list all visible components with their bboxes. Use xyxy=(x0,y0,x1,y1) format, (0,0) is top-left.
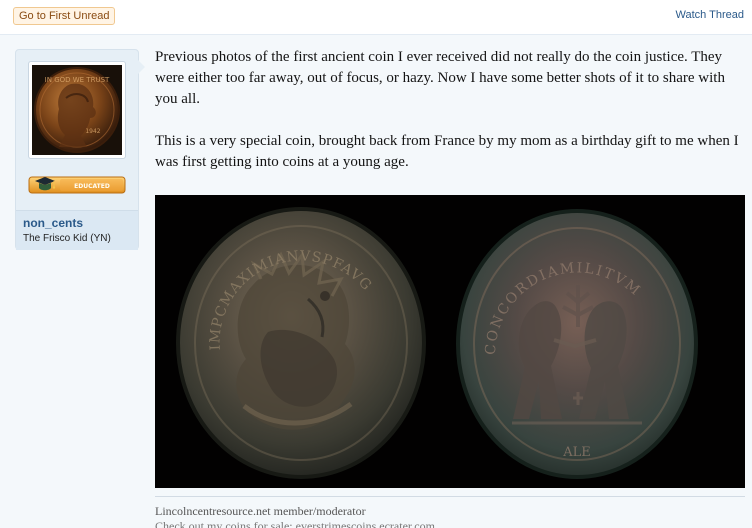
graduation-cap-icon: EDUCATED xyxy=(28,176,126,194)
signature-line-1: Lincolncentresource.net member/moderator xyxy=(155,504,366,518)
avatar-image: IN GOD WE TRUST 1942 xyxy=(32,65,122,155)
avatar-coin-legend: IN GOD WE TRUST xyxy=(45,76,110,84)
coin-obverse: IMPCMAXIMIANVSPFAVG xyxy=(176,207,426,479)
username-link[interactable]: non_cents xyxy=(23,216,83,230)
user-card: IN GOD WE TRUST 1942 EDUCATED non_cents … xyxy=(15,49,139,250)
ancient-coin-image: IMPCMAXIMIANVSPFAVG CONCORDIAMILITVM ALE xyxy=(155,195,745,488)
message-paragraph-1: Previous photos of the first ancient coi… xyxy=(155,49,725,107)
coin-reverse: CONCORDIAMILITVM ALE xyxy=(456,209,698,479)
user-title: The Frisco Kid (YN) xyxy=(23,233,111,244)
signature: Lincolncentresource.net member/moderator… xyxy=(155,496,745,528)
educated-badge-label: EDUCATED xyxy=(74,183,110,190)
user-info: non_cents The Frisco Kid (YN) xyxy=(16,210,138,250)
avatar[interactable]: IN GOD WE TRUST 1942 xyxy=(28,61,126,159)
thread-toolbar: Go to First Unread Watch Thread xyxy=(0,0,752,34)
coin-exergue: ALE xyxy=(562,445,591,460)
educated-badge: EDUCATED xyxy=(28,175,126,195)
lincoln-cent-icon: IN GOD WE TRUST 1942 xyxy=(32,65,122,155)
signature-line-2[interactable]: Check out my coins for sale: everstrimes… xyxy=(155,519,745,528)
watch-thread-link[interactable]: Watch Thread xyxy=(676,9,744,22)
svg-text:1942: 1942 xyxy=(85,128,100,135)
message-paragraph-2: This is a very special coin, brought bac… xyxy=(155,133,739,170)
message-container: IN GOD WE TRUST 1942 EDUCATED non_cents … xyxy=(0,35,752,528)
message-text: Previous photos of the first ancient coi… xyxy=(155,47,745,173)
coin-photo[interactable]: IMPCMAXIMIANVSPFAVG CONCORDIAMILITVM ALE xyxy=(155,195,745,488)
go-to-first-unread-button[interactable]: Go to First Unread xyxy=(13,7,116,25)
user-card-arrow xyxy=(137,59,145,75)
